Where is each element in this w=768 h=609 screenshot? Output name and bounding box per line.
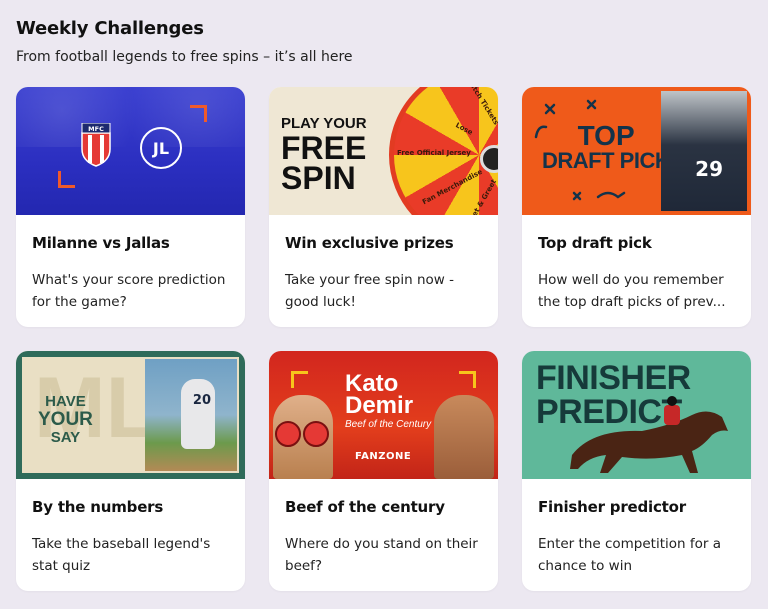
boxing-glove-icon xyxy=(303,421,329,447)
card-image-match: MFC JL xyxy=(16,87,245,215)
card-title: Win exclusive prizes xyxy=(285,234,454,252)
fanzone-logo: FANZONE xyxy=(355,451,412,462)
striped-border xyxy=(16,351,245,479)
wheel-label: Free Official Jersey xyxy=(397,149,471,157)
challenge-card-finisher-predictor[interactable]: FINISHER PREDICT Finisher predictor Ente… xyxy=(522,351,751,591)
challenge-card-beef-of-the-century[interactable]: Kato Demir Beef of the Century FANZONE B… xyxy=(269,351,498,591)
challenge-card-win-exclusive-prizes[interactable]: Match Tickets Lose Free Official Jersey … xyxy=(269,87,498,327)
card-description: Take your free spin now - good luck! xyxy=(285,272,454,310)
section-header: Weekly Challenges From football legends … xyxy=(16,18,353,65)
card-title: Finisher predictor xyxy=(538,498,686,516)
racehorse-icon xyxy=(570,396,728,473)
card-title: Beef of the century xyxy=(285,498,445,516)
card-description: Where do you stand on their beef? xyxy=(285,536,478,574)
jallas-logo-icon: JL xyxy=(140,127,182,169)
challenge-card-milanne-vs-jallas[interactable]: MFC JL Milanne vs Jallas What's your sco… xyxy=(16,87,245,327)
svg-text:MFC: MFC xyxy=(88,125,104,133)
draft-headline: TOP DRAFT PICK xyxy=(542,120,671,173)
corner-bracket-icon xyxy=(459,371,476,388)
corner-bracket-icon xyxy=(291,371,308,388)
jersey-number: 29 xyxy=(695,157,723,181)
corner-bracket-icon xyxy=(58,171,75,188)
boxing-glove-icon xyxy=(275,421,301,447)
boxer-right-figure xyxy=(434,395,494,479)
section-title: Weekly Challenges xyxy=(16,18,204,39)
card-title: By the numbers xyxy=(32,498,164,516)
card-image-free-spin: Match Tickets Lose Free Official Jersey … xyxy=(269,87,498,215)
card-image-boxing: Kato Demir Beef of the Century FANZONE xyxy=(269,351,498,479)
corner-bracket-icon xyxy=(190,105,207,122)
card-image-draft: TOP DRAFT PICK 29 xyxy=(522,87,751,215)
card-description: Enter the competition for a chance to wi… xyxy=(538,536,722,574)
mfc-crest-icon: MFC xyxy=(81,123,111,167)
card-image-baseball: MLB HAVE YOUR SAY 20 xyxy=(16,351,245,479)
card-description: What's your score prediction for the gam… xyxy=(32,272,226,310)
free-spin-headline: PLAY YOUR FREE SPIN xyxy=(281,115,367,196)
card-description: How well do you remember the top draft p… xyxy=(538,269,738,313)
section-subtitle: From football legends to free spins – it… xyxy=(16,49,353,65)
card-image-horse-racing: FINISHER PREDICT xyxy=(522,351,751,479)
challenge-card-by-the-numbers[interactable]: MLB HAVE YOUR SAY 20 By the numbers Take… xyxy=(16,351,245,591)
stadium-crowd-graphic xyxy=(16,87,245,147)
card-title: Top draft pick xyxy=(538,234,652,252)
kato-demir-headline: Kato Demir Beef of the Century xyxy=(345,370,432,431)
challenge-card-top-draft-pick[interactable]: TOP DRAFT PICK 29 Top draft pick How wel… xyxy=(522,87,751,327)
card-description-text: How well do you remember the top draft p… xyxy=(538,272,726,310)
card-description: Take the baseball legend's stat quiz xyxy=(32,536,211,574)
card-title: Milanne vs Jallas xyxy=(32,234,170,252)
football-player-photo xyxy=(661,91,747,211)
